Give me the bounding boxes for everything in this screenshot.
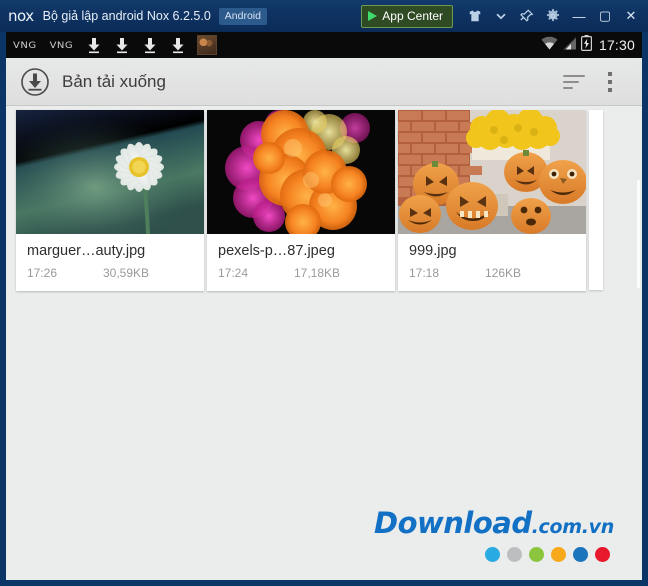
app-action-bar: Bản tải xuống [6,58,642,106]
watermark-dot [529,547,544,562]
sort-icon[interactable] [556,62,592,102]
halloween-pumpkins-thumbnail [398,110,586,234]
download-notification-icon [111,35,133,55]
watermark-dots [374,547,614,562]
wifi-icon [541,36,558,55]
sort-icon-lines [563,74,585,89]
app-center-button[interactable]: App Center [361,4,453,28]
file-time: 17:18 [409,266,440,280]
nox-emulator-window: nox Bộ giả lập android Nox 6.2.5.0 Andro… [0,0,648,586]
download-notification-icon [139,35,161,55]
file-name: 999.jpg [409,243,457,259]
download-notification-icon [167,35,189,55]
file-size: 126KB [485,266,522,280]
download-card[interactable]: marguer…auty.jpg 17:26 30,59KB [16,110,204,291]
file-size: 17,18KB [294,266,341,280]
vng-notification-icon: VNG [13,39,37,51]
watermark-dot [551,547,566,562]
file-meta-row: 17:26 30,59KB [27,266,193,280]
cellular-signal-icon [562,36,577,55]
watermark-dot [507,547,522,562]
pin-icon[interactable] [514,3,540,29]
file-size: 30,59KB [103,266,150,280]
page-title: Bản tải xuống [62,71,166,91]
tshirt-icon[interactable] [462,3,488,29]
download-card[interactable]: pexels-p…87.jpeg 17:24 17,18KB [207,110,395,291]
download-card-meta: 999.jpg 17:18 126KB [398,234,586,291]
download-card-meta: marguer…auty.jpg 17:26 30,59KB [16,234,204,291]
file-meta-row: 17:24 17,18KB [218,266,384,280]
window-titlebar: nox Bộ giả lập android Nox 6.2.5.0 Andro… [0,0,648,32]
daisy-flower-thumbnail [16,110,204,234]
vng-notification-icon: VNG [49,39,74,51]
file-name: pexels-p…87.jpeg [218,243,335,259]
downloads-card-grid: marguer…auty.jpg 17:26 30,59KB pexels-p…… [6,106,642,291]
app-center-label: App Center [382,9,443,23]
file-name: marguer…auty.jpg [27,243,146,259]
chevron-down-icon[interactable] [488,3,514,29]
close-button[interactable]: ✕ [618,2,644,30]
battery-charging-icon [580,34,592,56]
overflow-menu-icon[interactable] [592,62,628,102]
android-screen: VNG VNG 17:30 Bản tải xuống marguer…auty… [6,32,642,580]
overflow-menu-dots [608,71,612,92]
status-bar-clock: 17:30 [598,37,635,53]
watermark-brand: Download [374,506,532,540]
play-store-icon [368,11,378,21]
watermark-text: Download.com.vn [374,509,614,538]
downloads-content-area: marguer…auty.jpg 17:26 30,59KB pexels-p…… [6,106,642,580]
download-com-vn-watermark: Download.com.vn [374,509,614,562]
orange-ink-thumbnail [207,110,395,234]
emulator-frame: VNG VNG 17:30 Bản tải xuống marguer…auty… [0,32,648,586]
nox-logo: nox [8,7,34,25]
image-notification-icon [197,35,218,55]
android-status-bar: VNG VNG 17:30 [6,32,642,58]
watermark-dot [485,547,500,562]
download-circle-icon [20,67,50,97]
watermark-dot [595,547,610,562]
watermark-tld: .com.vn [531,516,615,538]
file-time: 17:24 [218,266,249,280]
android-badge: Android [218,7,267,25]
maximize-button[interactable]: ▢ [592,2,618,30]
download-card-meta: pexels-p…87.jpeg 17:24 17,18KB [207,234,395,291]
window-title: Bộ giả lập android Nox 6.2.5.0 [42,9,211,23]
minimize-button[interactable]: — [566,2,592,30]
watermark-dot [573,547,588,562]
gear-icon[interactable] [540,3,566,29]
file-meta-row: 17:18 126KB [409,266,575,280]
status-bar-system-icons: 17:30 [541,34,635,56]
download-card-partial[interactable] [589,110,603,290]
file-time: 17:26 [27,266,58,280]
download-card[interactable]: 999.jpg 17:18 126KB [398,110,586,291]
download-notification-icon [83,35,105,55]
vertical-scrollbar[interactable] [637,180,640,288]
